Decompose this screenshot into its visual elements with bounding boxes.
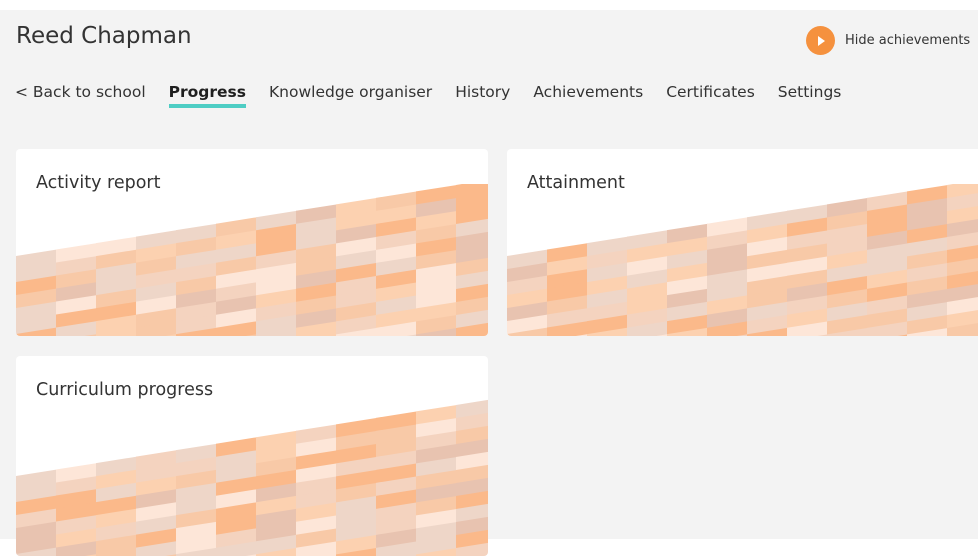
tab-knowledge-organiser[interactable]: Knowledge organiser (269, 83, 432, 108)
nav-back-to-school[interactable]: < Back to school (15, 83, 146, 108)
profile-nav: < Back to school Progress Knowledge orga… (15, 83, 864, 108)
hide-achievements-label: Hide achievements (845, 33, 971, 48)
curriculum-progress-card[interactable]: Curriculum progress (16, 356, 488, 556)
tab-settings[interactable]: Settings (778, 83, 842, 108)
tab-progress[interactable]: Progress (168, 83, 247, 108)
card-pattern-image (16, 184, 488, 336)
tab-achievements[interactable]: Achievements (533, 83, 643, 108)
play-circle-icon (806, 26, 835, 55)
tab-history[interactable]: History (455, 83, 510, 108)
student-name: Reed Chapman (16, 23, 192, 49)
card-pattern-image (16, 399, 488, 556)
attainment-card[interactable]: Attainment (507, 149, 978, 336)
activity-report-card[interactable]: Activity report (16, 149, 488, 336)
card-pattern-image (507, 184, 978, 336)
progress-page: Reed Chapman Hide achievements < Back to… (0, 10, 978, 556)
hide-achievements-button[interactable]: Hide achievements (806, 26, 970, 55)
tab-certificates[interactable]: Certificates (666, 83, 755, 108)
